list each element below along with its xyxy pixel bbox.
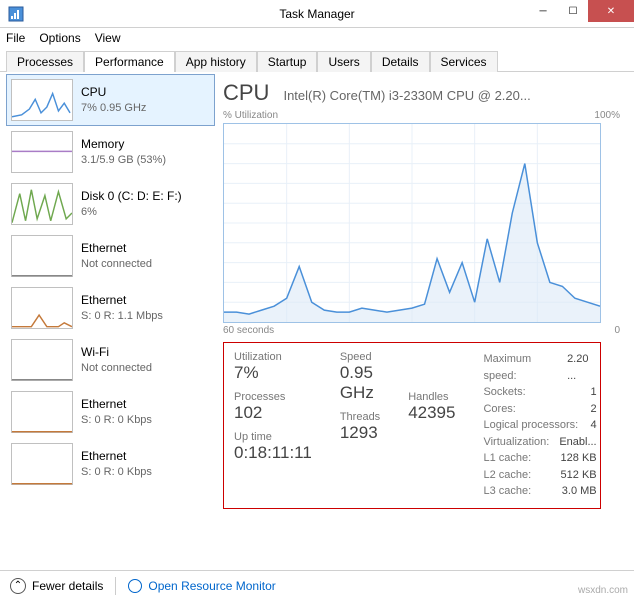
close-button[interactable]: ✕ — [588, 0, 634, 22]
handles-label-spacer — [408, 351, 455, 363]
thumbnail-chart — [11, 183, 73, 225]
sidebar-item-sub: 7% 0.95 GHz — [81, 101, 146, 115]
thumbnail-chart — [11, 235, 73, 277]
thumbnail-chart — [11, 339, 73, 381]
sidebar-item-ethernet[interactable]: EthernetS: 0 R: 1.1 Mbps — [6, 282, 215, 334]
menu-options[interactable]: Options — [39, 31, 80, 45]
chart-label-top-left: % Utilization — [223, 110, 278, 121]
menu-view[interactable]: View — [95, 31, 121, 45]
l2-label: L2 cache: — [483, 467, 531, 484]
handles-value: 42395 — [408, 403, 455, 423]
tab-strip: Processes Performance App history Startu… — [0, 48, 634, 72]
sidebar-item-sub: 6% — [81, 205, 182, 219]
l1-value: 128 KB — [561, 450, 597, 467]
app-icon — [8, 6, 24, 22]
chart-label-bottom-left: 60 seconds — [223, 325, 274, 336]
thumbnail-chart — [11, 287, 73, 329]
tab-processes[interactable]: Processes — [6, 51, 84, 72]
virt-value: Enabl... — [559, 434, 596, 451]
maximize-button[interactable]: ☐ — [558, 0, 588, 22]
cpu-model: Intel(R) Core(TM) i3-2330M CPU @ 2.20... — [283, 88, 620, 103]
sidebar-item-sub: S: 0 R: 1.1 Mbps — [81, 309, 163, 323]
sidebar-item-cpu[interactable]: CPU7% 0.95 GHz — [6, 74, 215, 126]
sidebar-item-disk-0-c-d-e-f-[interactable]: Disk 0 (C: D: E: F:)6% — [6, 178, 215, 230]
threads-label: Threads — [340, 411, 380, 423]
sidebar-item-name: Ethernet — [81, 241, 152, 257]
sidebar-item-ethernet[interactable]: EthernetS: 0 R: 0 Kbps — [6, 386, 215, 438]
virt-label: Virtualization: — [483, 434, 549, 451]
sidebar-item-name: CPU — [81, 85, 146, 101]
tab-apphistory[interactable]: App history — [175, 51, 257, 72]
sidebar-item-memory[interactable]: Memory3.1/5.9 GB (53%) — [6, 126, 215, 178]
tab-startup[interactable]: Startup — [257, 51, 318, 72]
speed-label: Speed — [340, 351, 380, 363]
fewer-details-link[interactable]: Fewer details — [32, 579, 103, 593]
menu-file[interactable]: File — [6, 31, 25, 45]
lp-label: Logical processors: — [483, 417, 578, 434]
details-panel: Utilization 7% Processes 102 Up time 0:1… — [223, 342, 601, 509]
sidebar-item-sub: S: 0 R: 0 Kbps — [81, 413, 152, 427]
tab-users[interactable]: Users — [317, 51, 370, 72]
processes-value: 102 — [234, 403, 312, 423]
sidebar-item-ethernet[interactable]: EthernetNot connected — [6, 230, 215, 282]
l3-value: 3.0 MB — [562, 483, 597, 500]
tab-performance[interactable]: Performance — [84, 51, 175, 72]
sidebar-item-name: Memory — [81, 137, 166, 153]
sidebar-item-sub: Not connected — [81, 257, 152, 271]
chart-label-bottom-right: 0 — [614, 325, 620, 336]
maxspeed-value: 2.20 ... — [567, 351, 597, 384]
utilization-label: Utilization — [234, 351, 312, 363]
sidebar[interactable]: CPU7% 0.95 GHzMemory3.1/5.9 GB (53%)Disk… — [0, 72, 215, 570]
main-heading: CPU — [223, 80, 269, 106]
utilization-value: 7% — [234, 363, 312, 383]
sockets-value: 1 — [591, 384, 597, 401]
separator — [115, 577, 116, 595]
thumbnail-chart — [11, 79, 73, 121]
sidebar-item-name: Ethernet — [81, 397, 152, 413]
title-bar: Task Manager ─ ☐ ✕ — [0, 0, 634, 28]
thumbnail-chart — [11, 443, 73, 485]
menu-bar: File Options View — [0, 28, 634, 48]
cores-value: 2 — [591, 401, 597, 418]
footer: ⌃ Fewer details Open Resource Monitor — [0, 570, 634, 600]
handles-label: Handles — [408, 391, 455, 403]
sidebar-item-name: Ethernet — [81, 449, 152, 465]
window-title: Task Manager — [279, 7, 354, 21]
tab-details[interactable]: Details — [371, 51, 430, 72]
chart-label-top-right: 100% — [594, 110, 620, 121]
l2-value: 512 KB — [561, 467, 597, 484]
watermark: wsxdn.com — [578, 585, 628, 596]
sidebar-item-ethernet[interactable]: EthernetS: 0 R: 0 Kbps — [6, 438, 215, 490]
resource-monitor-icon[interactable] — [128, 579, 142, 593]
chevron-up-icon[interactable]: ⌃ — [10, 578, 26, 594]
cpu-utilization-chart — [223, 123, 601, 323]
thumbnail-chart — [11, 131, 73, 173]
uptime-label: Up time — [234, 431, 312, 443]
tab-services[interactable]: Services — [430, 51, 498, 72]
cores-label: Cores: — [483, 401, 515, 418]
speed-value: 0.95 GHz — [340, 363, 380, 403]
sidebar-item-name: Ethernet — [81, 293, 163, 309]
processes-label: Processes — [234, 391, 312, 403]
main-panel: CPU Intel(R) Core(TM) i3-2330M CPU @ 2.2… — [215, 72, 634, 570]
sidebar-item-sub: S: 0 R: 0 Kbps — [81, 465, 152, 479]
l1-label: L1 cache: — [483, 450, 531, 467]
maxspeed-label: Maximum speed: — [483, 351, 557, 384]
lp-value: 4 — [591, 417, 597, 434]
uptime-value: 0:18:11:11 — [234, 443, 312, 463]
sidebar-item-wi-fi[interactable]: Wi-FiNot connected — [6, 334, 215, 386]
sidebar-item-name: Wi-Fi — [81, 345, 152, 361]
open-resource-monitor-link[interactable]: Open Resource Monitor — [148, 579, 275, 593]
sidebar-item-sub: 3.1/5.9 GB (53%) — [81, 153, 166, 167]
sidebar-item-name: Disk 0 (C: D: E: F:) — [81, 189, 182, 205]
l3-label: L3 cache: — [483, 483, 531, 500]
minimize-button[interactable]: ─ — [528, 0, 558, 22]
threads-value: 1293 — [340, 423, 380, 443]
thumbnail-chart — [11, 391, 73, 433]
sidebar-item-sub: Not connected — [81, 361, 152, 375]
sockets-label: Sockets: — [483, 384, 525, 401]
